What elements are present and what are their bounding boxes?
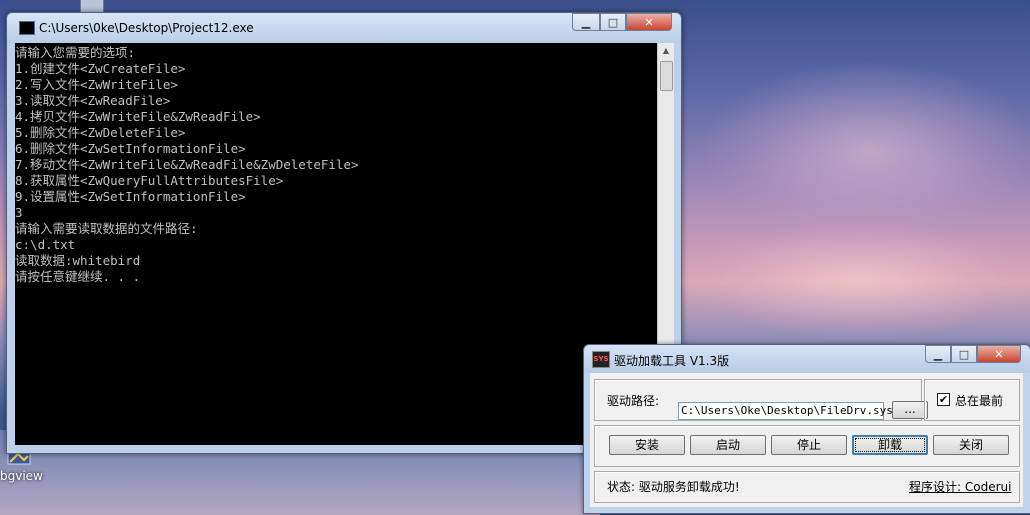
driver-tool-window[interactable]: SYS 驱动加载工具 V1.3版 ▁ □ ✕ 驱动路径: C:\Users\Ok… xyxy=(583,344,1030,514)
console-line: 请按任意键继续. . . xyxy=(15,269,141,284)
exit-button[interactable]: 关闭 xyxy=(933,435,1009,455)
driver-path-input[interactable]: C:\Users\Oke\Desktop\FileDrv.sys xyxy=(678,402,893,420)
actions-group: 安装 启动 停止 卸载 关闭 xyxy=(594,425,1020,467)
console-line: 读取数据:whitebird xyxy=(15,253,141,268)
console-line: 请输入您需要的选项: xyxy=(15,45,136,60)
console-output[interactable]: 请输入您需要的选项: 1.创建文件<ZwCreateFile> 2.写入文件<Z… xyxy=(15,43,657,445)
scrollbar-thumb[interactable] xyxy=(660,61,673,91)
browse-button[interactable]: ... xyxy=(892,401,928,419)
credit-link[interactable]: 程序设计: Coderui xyxy=(909,478,1011,495)
scroll-up-arrow-icon[interactable]: ▲ xyxy=(658,43,674,59)
console-titlebar[interactable]: C:\Users\0ke\Desktop\Project12.exe ▁ □ ✕ xyxy=(7,13,681,43)
tool-title: 驱动加载工具 V1.3版 xyxy=(614,354,730,368)
console-line: 请输入需要读取数据的文件路径: xyxy=(15,221,198,236)
status-text: 状态: 驱动服务卸载成功! xyxy=(607,480,740,494)
maximize-button[interactable]: □ xyxy=(600,13,626,31)
status-group: 状态: 驱动服务卸载成功! 程序设计: Coderui xyxy=(594,471,1020,503)
path-group: 驱动路径: C:\Users\Oke\Desktop\FileDrv.sys .… xyxy=(594,379,928,421)
console-line: 7.移动文件<ZwWriteFile&ZwReadFile&ZwDeleteFi… xyxy=(15,157,359,172)
maximize-button[interactable]: □ xyxy=(951,345,977,363)
console-window[interactable]: C:\Users\0ke\Desktop\Project12.exe ▁ □ ✕… xyxy=(6,12,682,454)
console-app-icon xyxy=(19,21,35,35)
desktop-icon-label[interactable]: bgview xyxy=(0,469,43,483)
console-line: 3.读取文件<ZwReadFile> xyxy=(15,93,171,108)
console-line: 3 xyxy=(15,205,23,220)
tool-client-area: 驱动路径: C:\Users\Oke\Desktop\FileDrv.sys .… xyxy=(590,373,1023,507)
close-button[interactable]: ✕ xyxy=(626,13,672,31)
topmost-checkbox[interactable]: ✔ xyxy=(937,393,950,406)
console-line: 4.拷贝文件<ZwWriteFile&ZwReadFile> xyxy=(15,109,261,124)
console-text: 请输入您需要的选项: 1.创建文件<ZwCreateFile> 2.写入文件<Z… xyxy=(15,43,657,285)
minimize-button[interactable]: ▁ xyxy=(572,13,600,31)
console-title: C:\Users\0ke\Desktop\Project12.exe xyxy=(39,21,254,35)
minimize-button[interactable]: ▁ xyxy=(925,345,951,363)
start-button[interactable]: 启动 xyxy=(690,435,766,455)
console-line: 6.删除文件<ZwSetInformationFile> xyxy=(15,141,246,156)
install-button[interactable]: 安装 xyxy=(609,435,685,455)
console-line: 9.设置属性<ZwSetInformationFile> xyxy=(15,189,246,204)
desktop-cloud xyxy=(700,60,1030,240)
console-line: 5.删除文件<ZwDeleteFile> xyxy=(15,125,186,140)
desktop-cloud xyxy=(680,220,1030,340)
stop-button[interactable]: 停止 xyxy=(771,435,847,455)
console-line: 2.写入文件<ZwWriteFile> xyxy=(15,77,178,92)
console-line: 1.创建文件<ZwCreateFile> xyxy=(15,61,186,76)
close-button[interactable]: ✕ xyxy=(977,345,1021,363)
path-label: 驱动路径: xyxy=(607,394,660,408)
console-line: 8.获取属性<ZwQueryFullAttributesFile> xyxy=(15,173,284,188)
topmost-group: ✔ 总在最前 xyxy=(924,379,1020,421)
console-line: c:\d.txt xyxy=(15,237,76,252)
sys-app-icon: SYS xyxy=(592,351,610,368)
topmost-label[interactable]: 总在最前 xyxy=(955,392,1003,409)
tool-titlebar[interactable]: SYS 驱动加载工具 V1.3版 ▁ □ ✕ xyxy=(584,345,1030,373)
uninstall-button[interactable]: 卸载 xyxy=(852,435,928,455)
